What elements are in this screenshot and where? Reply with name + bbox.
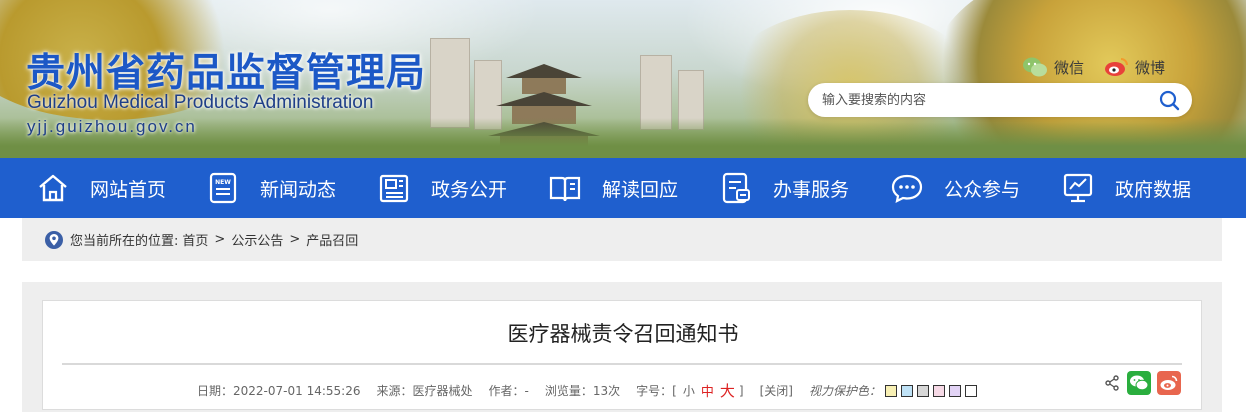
wechat-share-icon — [1130, 375, 1149, 391]
home-icon — [36, 171, 70, 205]
author-label: 作者： — [488, 384, 525, 398]
eye-care-label: 视力保护色： — [808, 384, 881, 398]
nav-item-label: 新闻动态 — [260, 178, 337, 201]
font-size-small[interactable]: 小 — [683, 382, 695, 399]
main-nav: 网站首页 NEW 新闻动态 政务公开 解读回应 办事服务 公众参与 政府数据 — [0, 158, 1246, 218]
search-box — [808, 83, 1192, 117]
eye-care-swatch-white[interactable] — [964, 384, 977, 397]
close-page-link[interactable]: [关闭] — [760, 382, 793, 399]
nav-item-label: 网站首页 — [90, 178, 167, 201]
site-title: 贵州省药品监督管理局 — [26, 51, 427, 96]
nav-item-home[interactable]: 网站首页 — [36, 158, 166, 218]
eye-care-swatch-purple[interactable] — [948, 384, 961, 397]
font-size-large[interactable]: 大 — [720, 380, 735, 401]
search-input[interactable] — [822, 83, 1142, 117]
service-icon — [719, 171, 753, 205]
document-icon — [377, 171, 411, 205]
eye-care-swatch-yellow[interactable] — [884, 384, 897, 397]
font-size-bracket: ] — [738, 383, 744, 398]
breadcrumb-product-recall[interactable]: 产品召回 — [306, 230, 358, 249]
banner-building — [430, 38, 470, 128]
nav-item-public-participation[interactable]: 公众参与 — [890, 158, 1020, 218]
breadcrumb-home[interactable]: 首页 — [182, 230, 208, 249]
weibo-share-icon — [1160, 375, 1178, 390]
wechat-icon — [1023, 57, 1047, 77]
eye-care-swatch-pink[interactable] — [932, 384, 945, 397]
breadcrumb-prefix: 您当前所在的位置: — [70, 234, 179, 249]
weibo-label: 微博 — [1135, 58, 1166, 77]
nav-item-interpretation[interactable]: 解读回应 — [548, 158, 678, 218]
article-meta: 日期： 2022-07-01 14:55:26 来源： 医疗器械处 作者： - … — [197, 380, 977, 401]
data-icon — [1061, 171, 1095, 205]
site-title-english: Guizhou Medical Products Administration — [27, 92, 374, 113]
breadcrumb-separator: > — [289, 232, 301, 247]
header-banner: 贵州省药品监督管理局 Guizhou Medical Products Admi… — [0, 0, 1246, 158]
breadcrumb-announcements[interactable]: 公示公告 — [231, 230, 283, 249]
share-icon — [1105, 375, 1119, 391]
wechat-link[interactable]: 微信 — [1022, 56, 1084, 78]
share-wechat-button[interactable] — [1127, 371, 1151, 395]
source-label: 来源： — [376, 384, 413, 398]
font-size-label: 字号：[ — [636, 384, 677, 398]
chat-icon — [890, 171, 924, 205]
font-size-medium[interactable]: 中 — [701, 381, 714, 400]
share-weibo-button[interactable] — [1157, 371, 1181, 395]
article-date: 2022-07-01 14:55:26 — [233, 383, 361, 398]
share-button[interactable] — [1103, 371, 1121, 395]
breadcrumb-separator: > — [214, 232, 226, 247]
nav-item-gov-affairs[interactable]: 政务公开 — [377, 158, 507, 218]
nav-item-label: 解读回应 — [602, 178, 679, 201]
article-source: 医疗器械处 — [412, 384, 473, 398]
weibo-icon — [1105, 58, 1128, 76]
wechat-label: 微信 — [1054, 58, 1085, 77]
nav-item-label: 政府数据 — [1115, 178, 1192, 201]
nav-item-label: 政务公开 — [431, 178, 508, 201]
nav-item-label: 公众参与 — [944, 178, 1021, 201]
article-author: - — [524, 383, 529, 398]
views-label: 浏览量： — [544, 384, 593, 398]
nav-item-gov-data[interactable]: 政府数据 — [1061, 158, 1191, 218]
book-icon — [548, 171, 582, 205]
article-title: 医疗器械责令召回通知书 — [507, 322, 739, 346]
svg-text:NEW: NEW — [215, 179, 231, 186]
nav-item-label: 办事服务 — [773, 178, 850, 201]
weibo-link[interactable]: 微博 — [1103, 56, 1165, 78]
news-icon: NEW — [206, 171, 240, 205]
date-label: 日期： — [197, 384, 234, 398]
title-divider — [62, 363, 1182, 365]
search-icon — [1159, 90, 1180, 111]
share-bar — [1103, 371, 1181, 395]
eye-care-swatch-gray[interactable] — [916, 384, 929, 397]
search-button[interactable] — [1158, 89, 1182, 111]
article-views: 13次 — [592, 384, 621, 398]
location-pin-icon — [45, 230, 63, 249]
nav-item-news[interactable]: NEW 新闻动态 — [206, 158, 336, 218]
breadcrumb: 您当前所在的位置: 首页 > 公示公告 > 产品召回 — [22, 218, 1222, 261]
eye-care-swatch-blue[interactable] — [900, 384, 913, 397]
site-url: yjj.guizhou.gov.cn — [27, 117, 197, 136]
nav-item-services[interactable]: 办事服务 — [719, 158, 849, 218]
